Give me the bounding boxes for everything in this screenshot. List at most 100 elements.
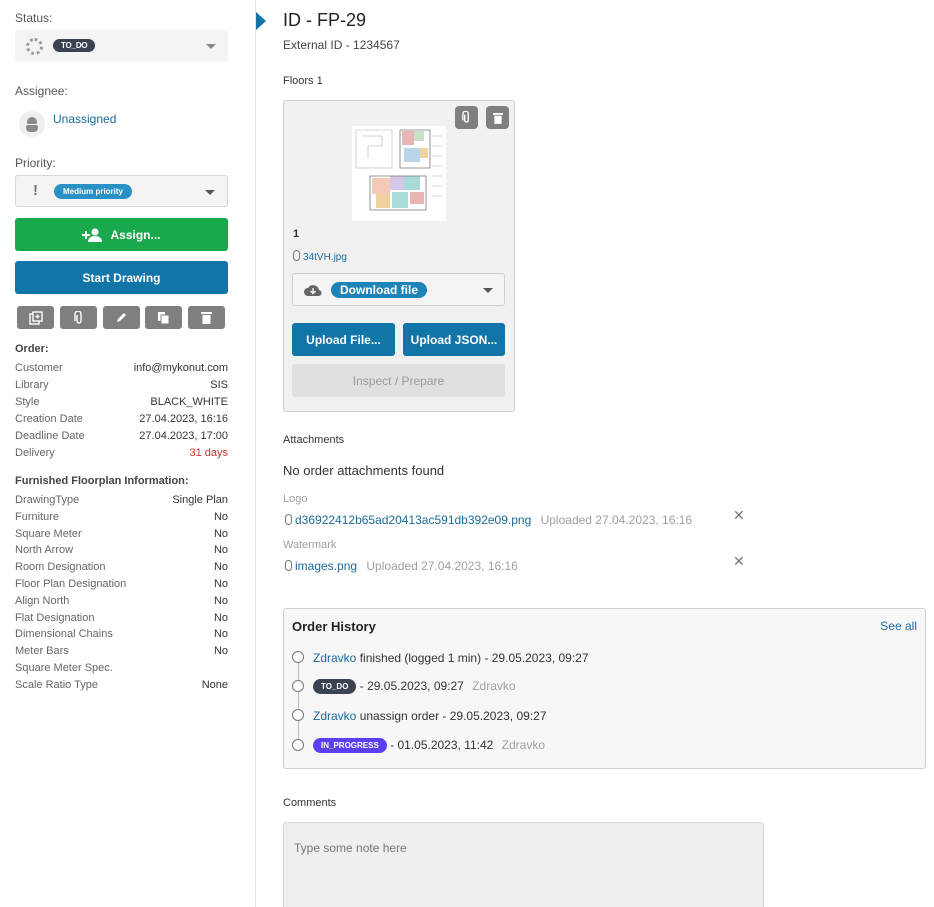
floors-label: Floors 1 bbox=[283, 75, 323, 87]
pencil-icon bbox=[117, 313, 126, 322]
logo-attachment: d36922412b65ad20413ac591db392e09.png Upl… bbox=[285, 513, 692, 527]
priority-badge: Medium priority bbox=[54, 184, 133, 199]
paperclip-icon bbox=[73, 310, 82, 324]
timeline-line bbox=[298, 657, 299, 747]
order-key: Style bbox=[15, 396, 40, 408]
timeline-dot bbox=[292, 709, 304, 721]
paperclip-icon bbox=[462, 111, 469, 123]
furnished-key: Square Meter Spec. bbox=[15, 662, 113, 674]
history-entry: Zdravko unassign order - 29.05.2023, 09:… bbox=[313, 709, 547, 723]
external-id: External ID - 1234567 bbox=[283, 38, 400, 52]
history-entry: TO_DO - 29.05.2023, 09:27 Zdravko bbox=[313, 679, 516, 694]
order-row: Customer info@mykonut.com bbox=[15, 362, 228, 374]
see-all-link[interactable]: See all bbox=[880, 619, 917, 633]
furnished-row: North Arrow No bbox=[15, 544, 228, 556]
order-value: BLACK_WHITE bbox=[150, 396, 228, 408]
assign-button-label: Assign... bbox=[110, 227, 161, 242]
comment-input[interactable] bbox=[283, 822, 764, 907]
add-person-icon bbox=[82, 228, 103, 242]
furnished-value: No bbox=[213, 594, 228, 607]
order-value: 27.04.2023, 16:16 bbox=[139, 413, 228, 425]
furnished-key: Meter Bars bbox=[15, 645, 69, 658]
furnished-key: Dimensional Chains bbox=[15, 628, 113, 641]
status-select[interactable]: TO_DO bbox=[15, 30, 228, 62]
order-key: Delivery bbox=[15, 447, 55, 459]
furnished-key: Square Meter bbox=[15, 527, 82, 540]
add-copy-button[interactable] bbox=[17, 306, 54, 329]
furnished-row: Align North No bbox=[15, 595, 228, 607]
floor-file-link[interactable]: 34tVH.jpg bbox=[303, 252, 347, 263]
furnished-key: Flat Designation bbox=[15, 611, 95, 624]
furnished-row: Floor Plan Designation No bbox=[15, 578, 228, 590]
furnished-value: No bbox=[213, 578, 228, 590]
watermark-attachment: images.png Uploaded 27.04.2023, 16:16 bbox=[285, 559, 518, 573]
floor-attach-button[interactable] bbox=[455, 106, 478, 129]
watermark-file-link[interactable]: images.png bbox=[295, 559, 357, 573]
cloud-download-icon bbox=[304, 285, 322, 297]
close-icon[interactable]: ✕ bbox=[733, 553, 745, 570]
add-copy-icon bbox=[28, 310, 43, 325]
paperclip-icon bbox=[293, 250, 300, 261]
attach-button[interactable] bbox=[60, 306, 97, 329]
furnished-row: Flat Designation No bbox=[15, 612, 228, 624]
furnished-row: Square Meter No bbox=[15, 528, 228, 540]
priority-select[interactable]: ! Medium priority bbox=[15, 175, 228, 207]
floor-delete-button[interactable] bbox=[486, 106, 509, 129]
history-user-link[interactable]: Zdravko bbox=[313, 651, 356, 665]
watermark-uploaded: Uploaded 27.04.2023, 16:16 bbox=[366, 559, 518, 573]
furnished-key: Room Designation bbox=[15, 561, 106, 574]
furnished-value: No bbox=[213, 628, 228, 641]
upload-file-button[interactable]: Upload File... bbox=[292, 323, 395, 356]
order-value: 27.04.2023, 17:00 bbox=[139, 430, 228, 442]
upload-json-button[interactable]: Upload JSON... bbox=[403, 323, 505, 356]
history-user: Zdravko bbox=[501, 738, 546, 752]
history-entry: IN_PROGRESS - 01.05.2023, 11:42 Zdravko bbox=[313, 738, 545, 753]
comments-label: Comments bbox=[283, 797, 337, 809]
floor-card: 1 34tVH.jpg Download file Upload File...… bbox=[283, 100, 515, 412]
furnished-row: Meter Bars No bbox=[15, 645, 228, 657]
history-user-link[interactable]: Zdravko bbox=[313, 709, 356, 723]
furnished-row: Dimensional Chains No bbox=[15, 628, 228, 640]
order-history-panel: Order History See all Zdravko finished (… bbox=[283, 608, 926, 769]
order-row: Creation Date 27.04.2023, 16:16 bbox=[15, 413, 228, 425]
paperclip-icon bbox=[285, 560, 292, 571]
no-attachments-text: No order attachments found bbox=[283, 463, 445, 478]
logo-file-link[interactable]: d36922412b65ad20413ac591db392e09.png bbox=[295, 513, 531, 527]
exclamation-icon: ! bbox=[33, 182, 38, 199]
history-entry: Zdravko finished (logged 1 min) - 29.05.… bbox=[313, 651, 589, 665]
attachments-label: Attachments bbox=[283, 434, 345, 446]
history-user: Zdravko bbox=[472, 679, 516, 693]
furnished-row: Furniture No bbox=[15, 511, 228, 523]
download-file-badge: Download file bbox=[331, 282, 427, 298]
paperclip-icon bbox=[285, 514, 292, 525]
furnished-key: Furniture bbox=[15, 510, 60, 523]
status-label: Status: bbox=[15, 11, 53, 25]
assign-button[interactable]: Assign... bbox=[15, 218, 228, 251]
order-row: Library SIS bbox=[15, 379, 228, 391]
furnished-key: Floor Plan Designation bbox=[15, 578, 127, 590]
page-title: ID - FP-29 bbox=[283, 10, 367, 30]
edit-button[interactable] bbox=[103, 306, 140, 329]
close-icon[interactable]: ✕ bbox=[733, 507, 745, 524]
furnished-value: No bbox=[213, 645, 228, 658]
status-circle-icon bbox=[26, 38, 43, 55]
status-badge: TO_DO bbox=[313, 679, 357, 694]
furnished-row: DrawingType Single Plan bbox=[15, 494, 228, 506]
delete-button[interactable] bbox=[188, 306, 225, 329]
duplicate-button[interactable] bbox=[145, 306, 182, 329]
duplicate-icon bbox=[158, 311, 170, 324]
floorplan-thumbnail[interactable] bbox=[352, 126, 446, 221]
floor-file[interactable]: 34tVH.jpg bbox=[293, 250, 347, 263]
chevron-down-icon bbox=[205, 190, 215, 195]
inspect-prepare-button[interactable]: Inspect / Prepare bbox=[292, 364, 505, 397]
history-entry-text: unassign order - 29.05.2023, 09:27 bbox=[356, 709, 547, 723]
start-drawing-button[interactable]: Start Drawing bbox=[15, 261, 228, 294]
furnished-value: None bbox=[201, 678, 228, 691]
furnished-row: Scale Ratio Type None bbox=[15, 679, 228, 691]
assignee-link[interactable]: Unassigned bbox=[53, 112, 116, 126]
order-title: Order: bbox=[15, 343, 49, 355]
download-select[interactable]: Download file bbox=[292, 273, 505, 306]
furnished-title: Furnished Floorplan Information: bbox=[15, 475, 189, 487]
order-key: Creation Date bbox=[15, 413, 83, 425]
furnished-value: No bbox=[213, 527, 228, 540]
